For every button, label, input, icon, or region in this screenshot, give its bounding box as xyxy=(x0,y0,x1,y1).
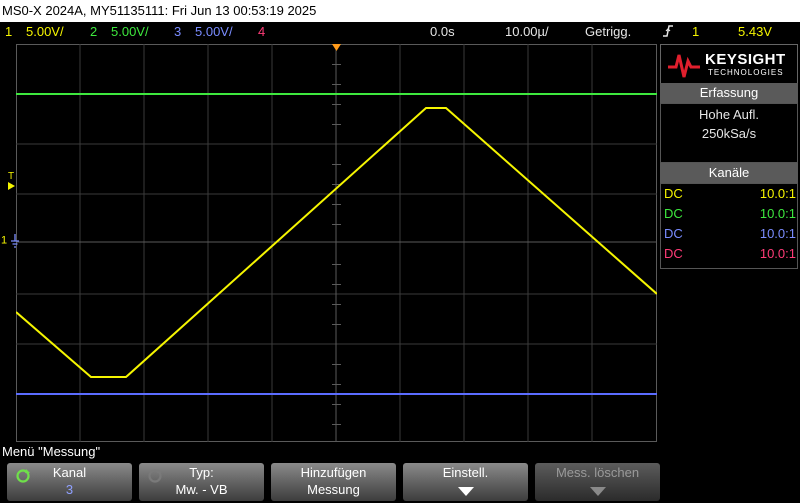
softkey-settings-label: Einstell. xyxy=(442,465,489,480)
window-title: MS0-X 2024A, MY51135111: Fri Jun 13 00:5… xyxy=(0,0,800,22)
brand-subtitle: TECHNOLOGIES xyxy=(708,68,784,77)
softkey-channel[interactable]: Kanal 3 xyxy=(7,463,132,501)
ch3-number[interactable]: 3 xyxy=(174,22,181,42)
acquisition-box[interactable]: Hohe Aufl. 250kSa/s xyxy=(660,103,798,163)
ch2-number[interactable]: 2 xyxy=(90,22,97,42)
softkey-add-value: Messung xyxy=(307,482,360,497)
softkey-type-label: Typ: xyxy=(189,465,214,480)
acquisition-mode: Hohe Aufl. xyxy=(699,107,759,122)
softkey-clear-label: Mess. löschen xyxy=(555,465,640,480)
softkey-type-value: Mw. - VB xyxy=(175,482,228,497)
down-arrow-icon xyxy=(589,487,606,496)
ch1-coupling: DC xyxy=(664,186,683,201)
trigger-position-icon[interactable] xyxy=(332,44,341,51)
menu-title: Menü "Messung" xyxy=(2,444,101,459)
ch4-probe: 10.0:1 xyxy=(759,246,796,261)
ch2-coupling: DC xyxy=(664,206,683,221)
graticule xyxy=(16,44,657,442)
trigger-level[interactable]: 5.43V xyxy=(738,22,772,42)
trigger-state: Getrigg. xyxy=(585,24,632,39)
keysight-logo: KEYSIGHT TECHNOLOGIES xyxy=(660,44,798,84)
ch1-probe: 10.0:1 xyxy=(759,186,796,201)
softkey-channel-value: 3 xyxy=(65,482,74,497)
ch1-number[interactable]: 1 xyxy=(5,22,12,42)
waveform-display[interactable] xyxy=(16,44,657,442)
time-scale[interactable]: 10.00µ/ xyxy=(505,22,549,42)
channel-row[interactable]: DC 10.0:1 xyxy=(664,204,796,224)
ch2-probe: 10.0:1 xyxy=(759,206,796,221)
ground-marker-icon[interactable]: 1 xyxy=(1,234,20,248)
status-bar: 1 5.00V/ 2 5.00V/ 3 5.00V/ 4 0.0s 10.00µ… xyxy=(0,22,800,42)
softkey-settings[interactable]: Einstell. xyxy=(403,463,528,501)
ch2-scale[interactable]: 5.00V/ xyxy=(111,22,149,42)
down-arrow-icon xyxy=(457,487,474,496)
time-offset[interactable]: 0.0s xyxy=(430,22,455,42)
softkey-add-measurement[interactable]: Hinzufügen Messung xyxy=(271,463,396,501)
ch1-scale[interactable]: 5.00V/ xyxy=(26,22,64,42)
channel-row[interactable]: DC 10.0:1 xyxy=(664,184,796,204)
ch3-coupling: DC xyxy=(664,226,683,241)
trigger-source[interactable]: 1 xyxy=(692,22,699,42)
keysight-logo-icon xyxy=(668,54,700,78)
channel-row[interactable]: DC 10.0:1 xyxy=(664,224,796,244)
acquisition-header[interactable]: Erfassung xyxy=(660,83,798,103)
ch4-number[interactable]: 4 xyxy=(258,22,265,42)
channels-header[interactable]: Kanäle xyxy=(660,163,798,183)
softkey-clear-measurement[interactable]: Mess. löschen xyxy=(535,463,660,501)
sample-rate: 250kSa/s xyxy=(701,126,757,141)
channel-row[interactable]: DC 10.0:1 xyxy=(664,244,796,264)
ch3-scale[interactable]: 5.00V/ xyxy=(195,22,233,42)
ch3-probe: 10.0:1 xyxy=(759,226,796,241)
softkey-add-label: Hinzufügen xyxy=(300,465,367,480)
channels-box[interactable]: DC 10.0:1 DC 10.0:1 DC 10.0:1 DC 10.0:1 xyxy=(660,183,798,269)
trigger-level-marker[interactable]: T xyxy=(8,172,15,193)
brand-name: KEYSIGHT xyxy=(705,51,786,68)
softkey-type[interactable]: Typ: Mw. - VB xyxy=(139,463,264,501)
ch4-coupling: DC xyxy=(664,246,683,261)
softkey-channel-label: Kanal xyxy=(52,465,87,480)
trigger-edge-icon[interactable] xyxy=(662,22,674,46)
